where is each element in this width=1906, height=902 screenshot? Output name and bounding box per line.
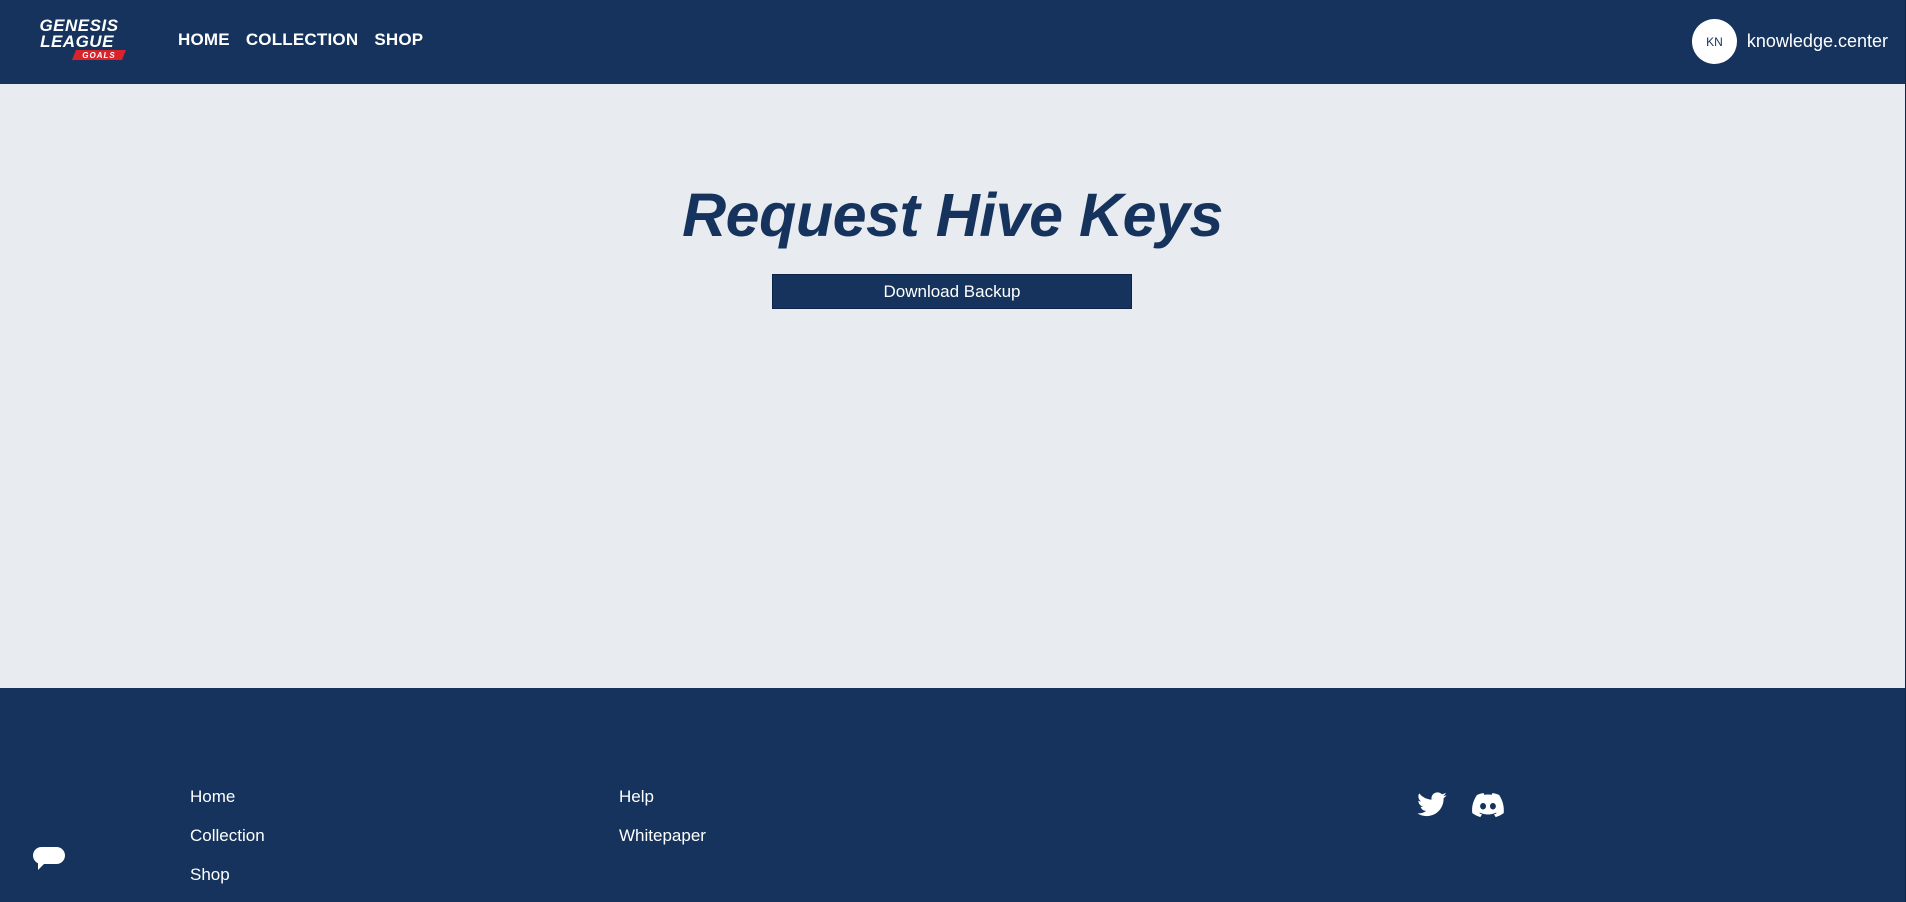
top-header: GENESIS LEAGUE GOALS HOME COLLECTION SHO… (0, 0, 1905, 84)
nav-shop[interactable]: SHOP (374, 30, 423, 50)
user-menu[interactable]: KN knowledge.center (1691, 19, 1888, 64)
page-title: Request Hive Keys (682, 181, 1223, 249)
footer-links-info: Help Whitepaper (619, 787, 706, 846)
footer-link-whitepaper[interactable]: Whitepaper (619, 826, 706, 846)
footer-link-home[interactable]: Home (190, 787, 265, 807)
download-backup-button[interactable]: Download Backup (772, 274, 1132, 309)
username[interactable]: knowledge.center (1747, 31, 1888, 52)
avatar[interactable]: KN (1691, 19, 1737, 64)
logo-line-league: LEAGUE (40, 32, 114, 51)
footer-link-shop[interactable]: Shop (190, 865, 265, 885)
main-content: Request Hive Keys Download Backup (0, 84, 1905, 688)
footer: Home Collection Shop Help Whitepaper (0, 688, 1905, 902)
chat-icon[interactable] (32, 846, 66, 872)
footer-link-help[interactable]: Help (619, 787, 706, 807)
main-nav: HOME COLLECTION SHOP (178, 0, 423, 80)
nav-collection[interactable]: COLLECTION (246, 30, 359, 50)
discord-icon[interactable] (1470, 789, 1506, 821)
nav-home[interactable]: HOME (178, 30, 230, 50)
social-links (1414, 789, 1506, 821)
logo-line-goals: GOALS (82, 51, 115, 60)
genesis-league-goals-logo[interactable]: GENESIS LEAGUE GOALS (18, 17, 140, 63)
footer-links-main: Home Collection Shop (190, 787, 265, 885)
twitter-icon[interactable] (1414, 789, 1450, 821)
footer-link-collection[interactable]: Collection (190, 826, 265, 846)
